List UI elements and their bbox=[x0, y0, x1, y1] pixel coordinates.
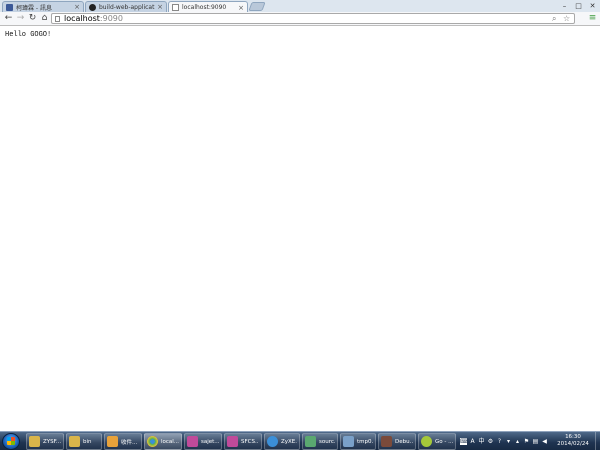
bookmark-star-icon[interactable]: ☆ bbox=[563, 14, 570, 24]
tab-title: 柯瑋霖 - 訊息 bbox=[16, 4, 52, 12]
app-icon bbox=[381, 436, 392, 447]
show-desktop-button[interactable] bbox=[595, 432, 600, 450]
taskbar-item[interactable]: Debu... bbox=[378, 433, 416, 450]
menu-button[interactable]: ≡ bbox=[587, 13, 598, 24]
taskbar-item-label: sourc... bbox=[319, 438, 335, 445]
tab-title: localhost:9090 bbox=[182, 4, 227, 11]
start-button[interactable] bbox=[2, 433, 20, 450]
windows-taskbar: ZYSF... bin 收件... local... sajet... SFCS… bbox=[0, 431, 600, 450]
home-icon: ⌂ bbox=[41, 13, 48, 23]
notepad-icon bbox=[305, 436, 316, 447]
url-port: :9090 bbox=[99, 14, 123, 23]
arrow-left-icon: ← bbox=[4, 13, 13, 23]
desktop-screen: 柯瑋霖 - 訊息 × build-web-application × local… bbox=[0, 0, 600, 450]
close-window-button[interactable]: ✕ bbox=[586, 0, 599, 11]
ime-icon[interactable]: 中 bbox=[478, 438, 485, 445]
facebook-icon bbox=[6, 3, 13, 11]
taskbar-item-label: tmp0... bbox=[357, 438, 373, 445]
close-tab-icon[interactable]: × bbox=[238, 4, 244, 12]
back-button[interactable]: ← bbox=[3, 13, 14, 24]
browser-tab-strip: 柯瑋霖 - 訊息 × build-web-application × local… bbox=[0, 0, 600, 13]
maximize-button[interactable]: □ bbox=[572, 0, 585, 11]
taskbar-item-label: 收件... bbox=[121, 439, 138, 446]
ime-options-icon[interactable]: ▾ bbox=[505, 438, 512, 445]
input-mode-icon[interactable]: A bbox=[469, 438, 476, 445]
taskbar-item-label: SFCS... bbox=[241, 438, 259, 445]
github-icon bbox=[89, 3, 96, 11]
app-icon bbox=[227, 436, 238, 447]
page-viewport: Hello GOGO! bbox=[0, 27, 600, 431]
help-icon[interactable]: ? bbox=[496, 438, 503, 445]
minimize-button[interactable]: – bbox=[558, 0, 571, 11]
taskbar-item-label: ZYSF... bbox=[43, 438, 61, 445]
taskbar-item[interactable]: tmp0... bbox=[340, 433, 376, 450]
page-icon bbox=[172, 4, 179, 11]
taskbar-item[interactable]: Go - ... bbox=[418, 433, 456, 450]
taskbar-item-label: local... bbox=[161, 438, 179, 445]
taskbar-item-label: ZyXE... bbox=[281, 438, 297, 445]
taskbar-item[interactable]: bin bbox=[66, 433, 102, 450]
home-button[interactable]: ⌂ bbox=[39, 13, 50, 24]
folder-icon bbox=[69, 436, 80, 447]
taskbar-item[interactable]: local... bbox=[144, 433, 182, 450]
outlook-icon bbox=[107, 436, 118, 447]
chrome-icon bbox=[147, 436, 158, 447]
taskbar-item[interactable]: sajet... bbox=[184, 433, 222, 450]
clock-date: 2014/02/24 bbox=[557, 441, 589, 447]
reload-button[interactable]: ↻ bbox=[27, 13, 38, 24]
arrow-right-icon: → bbox=[16, 13, 25, 23]
address-bar[interactable]: localhost:9090 ⌕ ☆ bbox=[51, 13, 575, 24]
search-icon[interactable]: ⌕ bbox=[552, 14, 556, 24]
network-icon[interactable]: ▤ bbox=[532, 438, 539, 445]
volume-icon[interactable]: ◀ bbox=[541, 438, 548, 445]
taskbar-item[interactable]: 收件... bbox=[104, 433, 142, 450]
flag-icon[interactable]: ⚑ bbox=[523, 438, 530, 445]
page-text: Hello GOGO! bbox=[5, 31, 52, 39]
url-host: localhost bbox=[64, 14, 100, 23]
taskbar-item-label: Go - ... bbox=[435, 438, 453, 445]
show-hidden-icons-icon[interactable]: ▴ bbox=[514, 438, 521, 445]
ie-icon bbox=[267, 436, 278, 447]
tab-facebook[interactable]: 柯瑋霖 - 訊息 × bbox=[2, 1, 84, 12]
windows-logo-icon bbox=[7, 437, 15, 445]
tab-title: build-web-application bbox=[99, 3, 155, 11]
settings-icon[interactable]: ⚙ bbox=[487, 438, 494, 445]
taskbar-item[interactable]: ZyXE... bbox=[264, 433, 300, 450]
close-tab-icon[interactable]: × bbox=[74, 3, 80, 11]
folder-icon bbox=[29, 436, 40, 447]
go-icon bbox=[421, 436, 432, 447]
new-tab-button[interactable] bbox=[248, 2, 266, 11]
tab-github[interactable]: build-web-application × bbox=[85, 1, 167, 12]
taskbar-item[interactable]: ZYSF... bbox=[26, 433, 64, 450]
taskbar-item-label: Debu... bbox=[395, 438, 413, 445]
reload-icon: ↻ bbox=[28, 13, 37, 23]
taskbar-item-label: sajet... bbox=[201, 438, 219, 445]
close-tab-icon[interactable]: × bbox=[157, 3, 163, 11]
page-icon bbox=[55, 16, 60, 22]
notepad-icon bbox=[343, 436, 354, 447]
forward-button[interactable]: → bbox=[15, 13, 26, 24]
app-icon bbox=[187, 436, 198, 447]
url-text: localhost:9090 bbox=[64, 14, 123, 24]
keyboard-icon[interactable]: ⌨ bbox=[460, 438, 469, 445]
taskbar-clock[interactable]: 16:30 2014/02/24 bbox=[552, 434, 594, 448]
taskbar-item[interactable]: sourc... bbox=[302, 433, 338, 450]
clock-time: 16:30 bbox=[565, 434, 581, 440]
taskbar-item-label: bin bbox=[83, 438, 92, 445]
taskbar-item[interactable]: SFCS... bbox=[224, 433, 262, 450]
hamburger-menu-icon: ≡ bbox=[588, 13, 597, 23]
browser-toolbar: ← → ↻ ⌂ localhost:9090 ⌕ ☆ ≡ bbox=[0, 12, 600, 26]
